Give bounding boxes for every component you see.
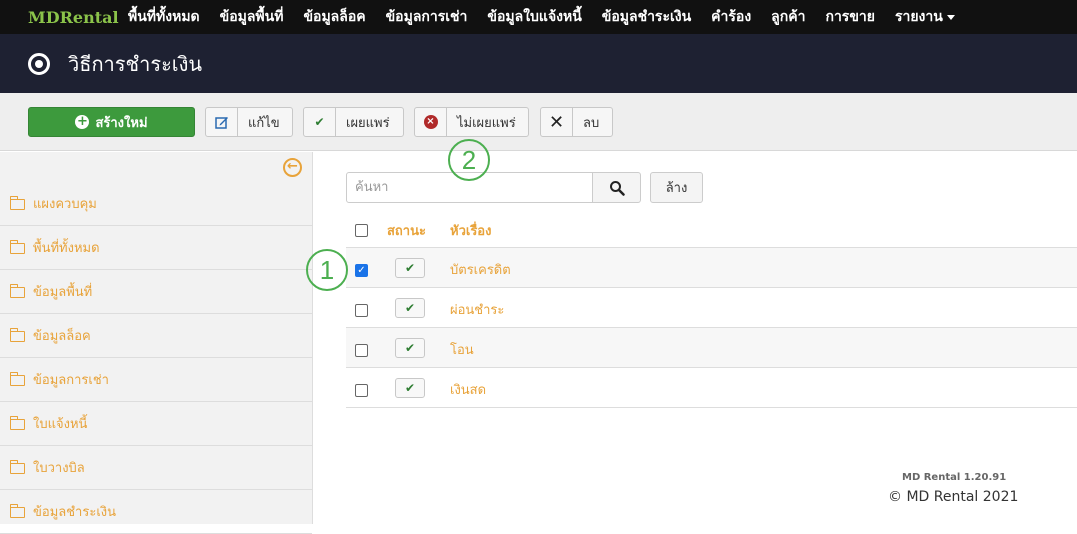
check-icon: ✔ [304, 108, 336, 136]
annotation-step-1: 1 [306, 249, 348, 291]
folder-icon [9, 196, 25, 210]
check-icon: ✔ [404, 301, 416, 315]
nav-item-all-areas[interactable]: พื้นที่ทั้งหมด [118, 0, 210, 34]
top-navbar: MDRental พื้นที่ทั้งหมด ข้อมูลพื้นที่ ข้… [0, 0, 1077, 34]
plus-circle-icon: + [75, 114, 90, 129]
nav-item-requests[interactable]: คำร้อง [701, 0, 761, 34]
sidebar: ← แผงควบคุม พื้นที่ทั้งหมด ข้อมูลพื้นที่… [0, 152, 313, 534]
delete-button[interactable]: ✕ ลบ [540, 107, 613, 137]
status-column-header[interactable]: สถานะ [387, 220, 426, 241]
table-row: ✔ เงินสด [346, 368, 1077, 408]
sidebar-item-label: แผงควบคุม [33, 197, 97, 212]
nav-item-area-info[interactable]: ข้อมูลพื้นที่ [210, 0, 294, 34]
row-title-link[interactable]: บัตรเครดิต [450, 259, 511, 280]
published-toggle[interactable]: ✔ [395, 298, 425, 318]
sidebar-item-rental-info[interactable]: ข้อมูลการเช่า [0, 358, 312, 402]
nav-item-invoice-info[interactable]: ข้อมูลใบแจ้งหนี้ [477, 0, 591, 34]
sidebar-item-label: ใบแจ้งหนี้ [33, 417, 88, 432]
published-toggle[interactable]: ✔ [395, 378, 425, 398]
sidebar-item-label: ข้อมูลการเช่า [33, 373, 109, 388]
folder-icon [9, 504, 25, 518]
table-row: ✔ โอน [346, 328, 1077, 368]
check-icon: ✔ [404, 261, 416, 275]
folder-icon [9, 328, 25, 342]
sidebar-item-label: พื้นที่ทั้งหมด [33, 241, 100, 256]
delete-button-label: ลบ [583, 115, 600, 131]
edit-button-label: แก้ไข [248, 115, 280, 131]
radio-circle-icon [28, 52, 50, 75]
payment-methods-table: สถานะ หัวเรื่อง ✓ ✔ บัตรเครดิต ✔ ผ่อนชำร… [346, 210, 1077, 408]
page-header: วิธีการชำระเงิน [0, 34, 1077, 93]
sidebar-item-label: ใบวางบิล [33, 461, 85, 476]
caret-down-icon [946, 14, 955, 20]
search-button[interactable] [592, 172, 641, 203]
sidebar-item-label: ข้อมูลล็อค [33, 329, 91, 344]
page-title: วิธีการชำระเงิน [68, 51, 203, 76]
close-icon: ✕ [541, 108, 573, 136]
published-toggle[interactable]: ✔ [395, 258, 425, 278]
row-checkbox[interactable] [355, 304, 368, 317]
table-row: ✔ ผ่อนชำระ [346, 288, 1077, 328]
publish-button-label: เผยแพร่ [346, 115, 390, 131]
title-column-header[interactable]: หัวเรื่อง [450, 220, 491, 241]
sidebar-item-invoices[interactable]: ใบแจ้งหนี้ [0, 402, 312, 446]
folder-icon [9, 284, 25, 298]
sidebar-item-payment-info[interactable]: ข้อมูลชำระเงิน [0, 490, 312, 534]
folder-icon [9, 372, 25, 386]
folder-icon [9, 240, 25, 254]
brand-logo[interactable]: MDRental [0, 8, 119, 27]
nav-item-customers[interactable]: ลูกค้า [761, 0, 815, 34]
publish-button[interactable]: ✔ เผยแพร่ [303, 107, 404, 137]
row-title-link[interactable]: เงินสด [450, 379, 486, 400]
check-icon: ✔ [404, 341, 416, 355]
sidebar-item-label: ข้อมูลพื้นที่ [33, 285, 93, 300]
sidebar-item-area-info[interactable]: ข้อมูลพื้นที่ [0, 270, 312, 314]
sidebar-item-dashboard[interactable]: แผงควบคุม [0, 182, 312, 226]
table-header: สถานะ หัวเรื่อง [346, 210, 1077, 248]
new-button-label: สร้างใหม่ [95, 115, 148, 131]
main-content: ล้าง สถานะ หัวเรื่อง ✓ ✔ บัตรเครดิต ✔ ผ่… [313, 152, 1077, 524]
row-checkbox[interactable]: ✓ [355, 264, 368, 277]
annotation-step-2: 2 [448, 139, 490, 181]
copyright-text: © MD Rental 2021 [888, 489, 1019, 505]
nav-item-payment-info[interactable]: ข้อมูลชำระเงิน [592, 0, 701, 34]
row-title-link[interactable]: โอน [450, 339, 474, 360]
row-checkbox[interactable] [355, 344, 368, 357]
nav-item-reports-label: รายงาน [894, 9, 943, 25]
row-checkbox[interactable] [355, 384, 368, 397]
sidebar-item-lock-info[interactable]: ข้อมูลล็อค [0, 314, 312, 358]
search-icon [609, 180, 625, 196]
unpublish-button[interactable]: × ไม่เผยแพร่ [414, 107, 529, 137]
edit-button[interactable]: แก้ไข [205, 107, 293, 137]
nav-item-sales[interactable]: การขาย [815, 0, 885, 34]
unpublish-button-label: ไม่เผยแพร่ [457, 115, 516, 131]
x-circle-icon: × [415, 108, 447, 136]
published-toggle[interactable]: ✔ [395, 338, 425, 358]
check-icon: ✔ [404, 381, 416, 395]
sidebar-item-label: ข้อมูลชำระเงิน [33, 505, 116, 520]
select-all-checkbox[interactable] [355, 224, 368, 237]
sidebar-item-all-areas[interactable]: พื้นที่ทั้งหมด [0, 226, 312, 270]
edit-icon [206, 108, 238, 136]
nav-item-reports[interactable]: รายงาน [885, 0, 965, 34]
nav-menu: พื้นที่ทั้งหมด ข้อมูลพื้นที่ ข้อมูลล็อค … [118, 0, 965, 34]
folder-icon [9, 460, 25, 474]
clear-button[interactable]: ล้าง [650, 172, 703, 203]
folder-icon [9, 416, 25, 430]
version-text: MD Rental 1.20.91 [902, 472, 1007, 483]
new-button[interactable]: + สร้างใหม่ [28, 107, 195, 137]
nav-item-rental-info[interactable]: ข้อมูลการเช่า [376, 0, 478, 34]
toolbar: + สร้างใหม่ แก้ไข ✔ เผยแพร่ × ไม่เผยแพร่… [0, 93, 1077, 151]
sidebar-item-billing[interactable]: ใบวางบิล [0, 446, 312, 490]
collapse-arrow-icon[interactable]: ← [283, 158, 302, 177]
nav-item-lock-info[interactable]: ข้อมูลล็อค [293, 0, 375, 34]
table-row: ✓ ✔ บัตรเครดิต [346, 248, 1077, 288]
row-title-link[interactable]: ผ่อนชำระ [450, 299, 504, 320]
